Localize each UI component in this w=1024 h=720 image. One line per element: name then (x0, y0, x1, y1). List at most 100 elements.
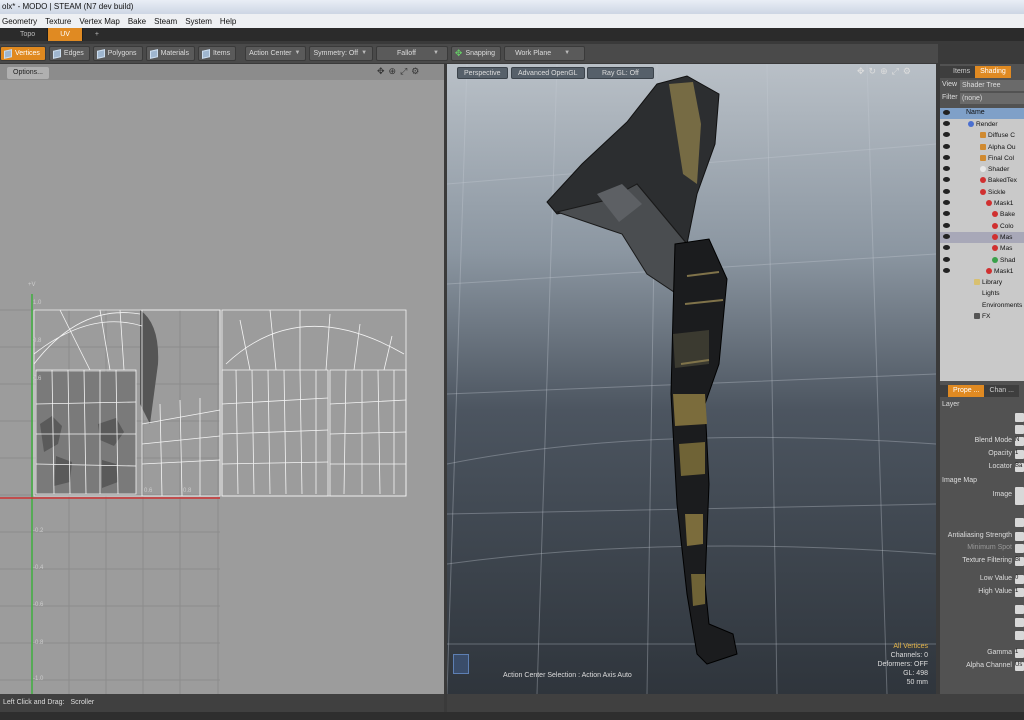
checkbox[interactable] (1015, 518, 1024, 527)
raygl-toggle[interactable]: Ray GL: Off (587, 67, 654, 79)
menu-bake[interactable]: Bake (126, 17, 152, 26)
v-tick-label: 1.0 (33, 300, 42, 306)
shader-tree-item[interactable]: Environments (940, 300, 1024, 311)
pan-icon[interactable]: ✥ (377, 66, 385, 77)
filter-select[interactable]: (none) (960, 93, 1024, 104)
opengl-dropdown[interactable]: Advanced OpenGL (511, 67, 585, 79)
shader-tree-item[interactable]: Mask1 (940, 198, 1024, 209)
visibility-eye-icon[interactable] (943, 313, 950, 318)
maximize-icon[interactable]: ⤢ (892, 66, 899, 77)
view-select[interactable]: Shader Tree (960, 80, 1024, 91)
shader-tree-item[interactable]: Lights (940, 288, 1024, 299)
visibility-eye-icon[interactable] (943, 177, 950, 183)
gamma-field[interactable]: 1 (1015, 649, 1024, 658)
vertices-mode-button[interactable]: Vertices (0, 46, 46, 61)
shader-tree-item-label: Mask1 (994, 267, 1014, 275)
visibility-eye-icon[interactable] (943, 302, 950, 307)
shader-tree-item[interactable]: Sickle (940, 187, 1024, 198)
visibility-eye-icon[interactable] (943, 233, 950, 239)
menu-system[interactable]: System (183, 17, 218, 26)
shader-tree-item[interactable]: Final Col (940, 153, 1024, 164)
visibility-eye-icon[interactable] (943, 245, 950, 251)
checkbox[interactable] (1015, 413, 1024, 422)
visibility-eye-icon[interactable] (943, 200, 950, 206)
tab-items[interactable]: Items (948, 66, 976, 78)
tab-add[interactable]: + (83, 28, 111, 41)
shader-tree-item[interactable]: Mas (940, 231, 1024, 244)
action-center-dropdown[interactable]: Action Center ▼ (245, 46, 307, 61)
v-tick-label: -0.8 (33, 640, 44, 646)
antialias-field[interactable] (1015, 532, 1024, 541)
section-layer: Layer (942, 401, 960, 408)
visibility-eye-icon[interactable] (943, 222, 950, 228)
checkbox[interactable] (1015, 631, 1024, 640)
falloff-dropdown[interactable]: Falloff ▼ (376, 46, 448, 61)
checkbox[interactable] (1015, 618, 1024, 627)
polygons-mode-button[interactable]: Polygons (92, 46, 143, 61)
visibility-eye-icon[interactable] (943, 267, 950, 273)
menu-geometry[interactable]: Geometry (0, 17, 43, 26)
settings-gear-icon[interactable]: ⚙ (411, 66, 419, 77)
options-button[interactable]: Options... (7, 67, 49, 79)
high-value-field[interactable]: 1 (1015, 588, 1024, 597)
symmetry-dropdown[interactable]: Symmetry: Off ▼ (309, 46, 374, 61)
perspective-dropdown[interactable]: Perspective (457, 67, 508, 79)
shader-tree-item[interactable]: Bake (940, 209, 1024, 220)
locator-select[interactable]: Ba (1015, 463, 1024, 472)
visibility-eye-icon[interactable] (943, 188, 950, 194)
shader-tree-item[interactable]: Shad (940, 255, 1024, 266)
shader-tree-item[interactable]: Shader (940, 164, 1024, 175)
shader-tree-item[interactable]: Library (940, 277, 1024, 288)
menu-help[interactable]: Help (218, 17, 242, 26)
edges-mode-button[interactable]: Edges (48, 46, 90, 61)
checkbox[interactable] (1015, 605, 1024, 614)
settings-gear-icon[interactable]: ⚙ (903, 66, 911, 77)
visibility-eye-icon[interactable] (943, 154, 950, 160)
tab-properties[interactable]: Prope ... (948, 385, 985, 397)
dropdown-arrow-icon: ▼ (294, 50, 301, 56)
zoom-icon[interactable]: ⊕ (880, 66, 888, 77)
checkbox[interactable] (1015, 425, 1024, 434)
shader-tree-item[interactable]: Diffuse C (940, 130, 1024, 141)
low-value-field[interactable]: 0 (1015, 575, 1024, 584)
alpha-channel-select[interactable]: Us (1015, 662, 1024, 671)
shader-tree-item[interactable]: FX (940, 311, 1024, 322)
visibility-eye-icon[interactable] (943, 143, 950, 149)
visibility-eye-icon[interactable] (943, 290, 950, 295)
menu-texture[interactable]: Texture (43, 17, 77, 26)
visibility-eye-icon[interactable] (943, 211, 950, 217)
menu-steam[interactable]: Steam (152, 17, 183, 26)
materials-mode-button[interactable]: Materials (145, 46, 195, 61)
shader-tree-item[interactable]: Render (940, 119, 1024, 130)
shader-tree-item[interactable]: BakedTex (940, 175, 1024, 186)
3d-viewport-header: Perspective Advanced OpenGL Ray GL: Off … (447, 64, 936, 81)
items-mode-button[interactable]: Items (197, 46, 237, 61)
work-plane-dropdown[interactable]: Work Plane ▼ (504, 46, 586, 61)
shader-tree-item[interactable]: Mas (940, 243, 1024, 254)
texture-filtering-select[interactable]: Bi (1015, 557, 1024, 566)
minimum-spot-field[interactable] (1015, 544, 1024, 553)
shader-tree-item[interactable]: Alpha Ou (940, 142, 1024, 153)
visibility-eye-icon[interactable] (943, 256, 950, 262)
pan-icon[interactable]: ✥ (857, 66, 865, 77)
tab-topo[interactable]: Topo (8, 28, 49, 41)
rotate-icon[interactable]: ↻ (869, 66, 877, 77)
visibility-eye-icon[interactable] (943, 121, 950, 126)
opacity-field[interactable]: 1 (1015, 450, 1024, 459)
zoom-icon[interactable]: ⊕ (389, 66, 397, 77)
visibility-eye-icon[interactable] (943, 166, 950, 172)
tab-shading[interactable]: Shading (975, 66, 1011, 78)
tab-uv[interactable]: UV (48, 28, 83, 41)
visibility-eye-icon[interactable] (943, 132, 950, 138)
snapping-button[interactable]: ✥ Snapping (450, 46, 502, 61)
visibility-eye-icon[interactable] (943, 279, 950, 284)
shader-tree-item[interactable]: Mask1 (940, 266, 1024, 277)
image-thumbnail[interactable] (1015, 487, 1024, 505)
menu-vertex-map[interactable]: Vertex Map (77, 17, 125, 26)
shader-tree-item[interactable]: Colo (940, 221, 1024, 232)
uv-viewport[interactable]: +V 1.0 0.8 0.6 -0.2 -0.4 -0.6 -0.8 -1.0 … (0, 64, 444, 694)
3d-viewport[interactable]: Action Center Selection : Action Axis Au… (447, 64, 936, 694)
blend-mode-select[interactable]: N (1015, 437, 1024, 446)
tab-channels[interactable]: Chan ... (984, 385, 1019, 397)
maximize-icon[interactable]: ⤢ (400, 66, 407, 77)
